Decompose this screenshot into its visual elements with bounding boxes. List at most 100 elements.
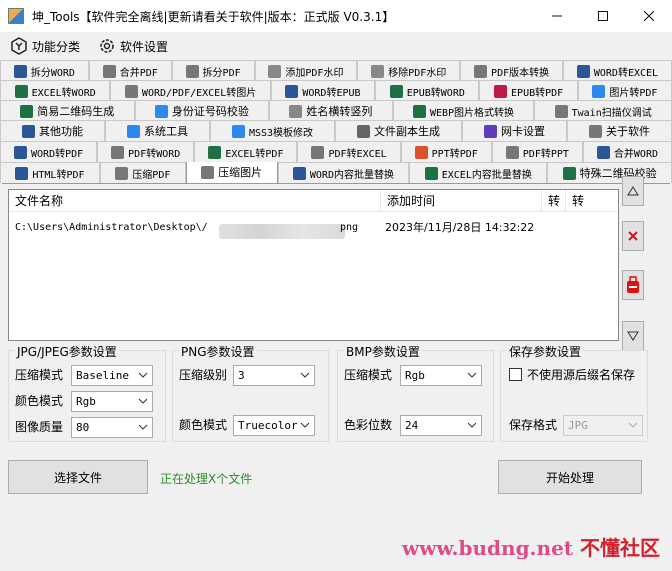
tab-label: PDF转EXCEL [328, 148, 387, 160]
tab-row: 拆分WORD 合并PDF 拆分PDF 添加PDF水印 移除PDF水印 PDF版本转换 WOR… [0, 60, 672, 81]
close-button[interactable] [626, 0, 672, 32]
tab-item[interactable]: 添加PDF水印 [254, 60, 358, 81]
maximize-button[interactable] [580, 0, 626, 32]
tab-item[interactable]: 拆分PDF [171, 60, 255, 81]
tab-item[interactable]: 系统工具 [104, 120, 210, 141]
tab-item[interactable]: EPUB转PDF [479, 80, 578, 101]
tab-label: WORD转EXCEL [593, 67, 659, 79]
tab-item[interactable]: PDF转EXCEL [297, 141, 401, 162]
move-up-button[interactable] [622, 176, 644, 206]
chevron-down-icon [628, 422, 638, 428]
tab-item[interactable]: WORD转EPUB [270, 80, 376, 101]
tab-item[interactable]: PDF转PPT [491, 141, 583, 162]
tab-item[interactable]: 合并WORD [582, 141, 672, 162]
menu-function-category[interactable]: 功能分类 [10, 37, 80, 55]
tab-item[interactable]: EXCEL转WORD [0, 80, 111, 101]
bmp-depth-select[interactable]: 24 [400, 415, 482, 436]
start-processing-button[interactable]: 开始处理 [498, 460, 642, 494]
tab-row: 简易二维码生成 身份证号码校验 姓名横转竖列 WEBP图片格式转换 Twain扫描仪调试 [0, 100, 672, 121]
file-list[interactable]: 文件名称 添加时间 转 转 C:\Users\Administrator\Des… [8, 189, 619, 341]
save-format-select[interactable]: JPG [563, 415, 643, 436]
tab-icon [185, 64, 199, 78]
tab-label: 合并WORD [613, 148, 658, 160]
tab-item[interactable]: WORD转PDF [0, 141, 98, 162]
tab-row: EXCEL转WORD WORD/PDF/EXCEL转图片 WORD转EPUB EPUB… [0, 80, 672, 101]
tab-item[interactable]: PDF版本转换 [460, 60, 563, 81]
tab-item[interactable]: 压缩图片 [185, 162, 278, 183]
tab-item[interactable]: 拆分WORD [0, 60, 89, 81]
tab-item[interactable]: 关于软件 [567, 120, 672, 141]
tab-item[interactable]: 身份证号码校验 [134, 100, 270, 121]
tab-icon [208, 145, 222, 159]
jpg-color-mode-select[interactable]: Rgb [71, 391, 153, 412]
column-added-time[interactable]: 添加时间 [381, 190, 542, 212]
minimize-button[interactable] [534, 0, 580, 32]
tab-label: WEBP图片格式转换 [429, 107, 515, 119]
tab-icon [14, 145, 27, 159]
png-level-select[interactable]: 3 [233, 365, 315, 386]
tab-icon [292, 166, 306, 180]
move-down-button[interactable] [622, 321, 644, 351]
no-source-suffix-checkbox[interactable] [509, 368, 522, 381]
tab-icon [494, 84, 508, 98]
tab-item[interactable]: WORD内容批量替换 [277, 162, 410, 183]
tab-label: 网卡设置 [501, 125, 546, 138]
column-convert-2[interactable]: 转 [566, 190, 616, 212]
tab-label: PDF转WORD [128, 148, 181, 160]
tab-icon [357, 124, 371, 138]
tab-item[interactable]: 图片转PDF [577, 80, 672, 101]
file-list-header: 文件名称 添加时间 转 转 [9, 190, 618, 212]
jpg-quality-select[interactable]: 80 [71, 417, 153, 438]
tab-item[interactable]: 文件副本生成 [335, 120, 463, 141]
settings-gear-icon [100, 39, 114, 53]
tab-item[interactable]: 合并PDF [88, 60, 172, 81]
jpg-color-mode-value: Rgb [76, 395, 96, 408]
tab-item[interactable]: WORD/PDF/EXCEL转图片 [110, 80, 271, 101]
tab-item[interactable]: 姓名横转竖列 [269, 100, 393, 121]
tab-item[interactable]: WORD转EXCEL [563, 60, 672, 81]
tab-label: WORD转PDF [31, 148, 84, 160]
tab-item[interactable]: WEBP图片格式转换 [392, 100, 535, 121]
menu-settings-label: 软件设置 [120, 39, 169, 54]
menu-settings[interactable]: 软件设置 [98, 37, 168, 55]
tab-item[interactable]: EPUB转WORD [375, 80, 480, 101]
tab-item[interactable]: 网卡设置 [462, 120, 568, 141]
tab-icon [124, 84, 138, 98]
tab-row: WORD转PDF PDF转WORD EXCEL转PDF PDF转EXCEL PPT转PD… [0, 141, 672, 162]
tab-icon [389, 84, 403, 98]
tab-item[interactable]: EXCEL转PDF [194, 141, 298, 162]
function-category-icon [11, 37, 27, 55]
file-path-suffix: png [340, 221, 359, 233]
bmp-compress-mode-select[interactable]: Rgb [400, 365, 482, 386]
tab-item[interactable]: 简易二维码生成 [0, 100, 135, 121]
bmp-group-title: BMP参数设置 [344, 343, 422, 360]
no-source-suffix-label[interactable]: 不使用源后缀名保存 [527, 366, 635, 383]
table-row[interactable]: C:\Users\Administrator\Desktop\/ png 202… [9, 217, 618, 239]
column-file-name[interactable]: 文件名称 [9, 190, 381, 212]
jpg-compress-mode-select[interactable]: Baseline [71, 365, 153, 386]
clear-all-button[interactable] [622, 270, 644, 300]
tab-item[interactable]: MSS3模板修改 [209, 120, 336, 141]
tab-item[interactable]: 特殊二维码校验 [547, 162, 672, 183]
column-convert-1[interactable]: 转 [542, 190, 566, 212]
move-up-icon [627, 186, 639, 196]
tab-icon [285, 84, 299, 98]
tab-item[interactable]: HTML转PDF [0, 162, 100, 183]
tab-item[interactable]: 其他功能 [0, 120, 105, 141]
tab-label: 特殊二维码校验 [579, 167, 657, 180]
png-color-mode-select[interactable]: Truecolor [233, 415, 315, 436]
tab-row: 其他功能 系统工具 MSS3模板修改 文件副本生成 网卡设置 关于软件 [0, 120, 672, 141]
tab-item[interactable]: 移除PDF水印 [357, 60, 461, 81]
tab-item[interactable]: PPT转PDF [400, 141, 492, 162]
tab-item[interactable]: EXCEL内容批量替换 [409, 162, 548, 183]
tab-label: 压缩图片 [218, 166, 263, 179]
select-file-button[interactable]: 选择文件 [8, 460, 148, 494]
tab-icon [111, 145, 125, 159]
remove-file-button[interactable] [622, 221, 644, 251]
tab-item[interactable]: Twain扫描仪调试 [534, 100, 672, 121]
chevron-down-icon [467, 372, 477, 378]
tab-item[interactable]: 压缩PDF [99, 162, 186, 183]
redacted-filename [219, 223, 345, 239]
jpg-compress-mode-label: 压缩模式 [15, 368, 64, 382]
tab-item[interactable]: PDF转WORD [97, 141, 195, 162]
